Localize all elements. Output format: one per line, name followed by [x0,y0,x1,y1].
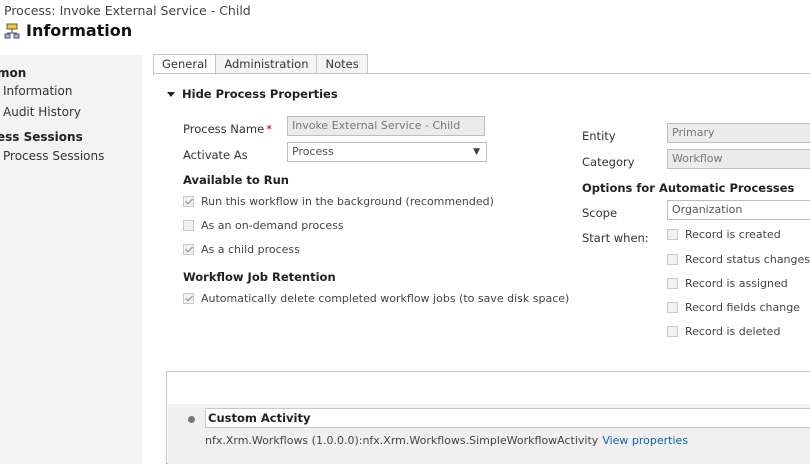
collapse-triangle-icon [167,91,175,97]
sidebar: mon Information Audit History ess Sessio… [0,55,142,464]
step-title[interactable]: Custom Activity [205,408,810,428]
view-properties-link[interactable]: View properties [602,434,688,447]
page-title: Information [26,21,133,40]
checkbox-unchecked[interactable] [667,278,678,289]
option-label: Record is created [685,228,781,241]
available-to-run-heading: Available to Run [183,173,289,187]
breadcrumb: Process: Invoke External Service - Child [4,3,251,18]
hide-process-properties-toggle[interactable]: Hide Process Properties [167,87,338,101]
option-label: Run this workflow in the background (rec… [201,195,494,208]
step-bullet-icon[interactable] [188,416,195,423]
tab-administration[interactable]: Administration [215,54,318,74]
process-name-field[interactable]: Invoke External Service - Child [287,116,485,136]
tab-bar: General Administration Notes [153,54,368,75]
workflow-step[interactable]: Custom Activity nfx.Xrm.Workflows (1.0.0… [168,404,810,464]
tab-notes[interactable]: Notes [316,54,368,74]
checkbox-unchecked[interactable] [667,326,678,337]
process-icon [4,23,20,38]
activate-as-select[interactable]: Process ▼ [287,142,487,162]
tab-divider [153,73,810,74]
checkbox-checked[interactable] [183,293,194,304]
option-label: As a child process [201,243,300,256]
sidebar-group-process-sessions: ess Sessions [0,130,83,144]
sidebar-item-audit-history[interactable]: Audit History [3,105,81,119]
option-label: Record is deleted [685,325,781,338]
option-label: Record status changes [685,253,810,266]
child-process-option[interactable]: As a child process [183,243,300,256]
workflow-designer: Custom Activity nfx.Xrm.Workflows (1.0.0… [166,371,810,464]
option-label: Record is assigned [685,277,788,290]
category-label: Category [582,155,635,169]
checkbox-checked[interactable] [183,196,194,207]
checkbox-unchecked[interactable] [667,254,678,265]
on-demand-option[interactable]: As an on-demand process [183,219,344,232]
start-when-label: Start when: [582,231,649,245]
start-record-assigned-option[interactable]: Record is assigned [667,277,788,290]
checkbox-unchecked[interactable] [667,302,678,313]
checkbox-unchecked[interactable] [667,229,678,240]
checkbox-checked[interactable] [183,244,194,255]
start-status-changes-option[interactable]: Record status changes [667,253,810,266]
page-heading: Information [4,21,132,40]
checkbox-unchecked[interactable] [183,220,194,231]
scope-select[interactable]: Organization [667,200,810,220]
entity-label: Entity [582,129,616,143]
section-label: Hide Process Properties [182,87,338,101]
start-record-deleted-option[interactable]: Record is deleted [667,325,780,338]
category-field[interactable]: Workflow [667,149,810,169]
scope-label: Scope [582,206,618,220]
options-automatic-heading: Options for Automatic Processes [582,181,795,195]
chevron-down-icon: ▼ [473,147,480,157]
sidebar-item-process-sessions[interactable]: Process Sessions [3,149,104,163]
sidebar-group-common: mon [0,66,27,80]
process-name-label: Process Name * [183,122,272,136]
step-description: nfx.Xrm.Workflows (1.0.0.0):nfx.Xrm.Work… [205,434,689,447]
entity-field[interactable]: Primary [667,123,810,143]
option-label: Record fields change [685,301,800,314]
workflow-job-retention-heading: Workflow Job Retention [183,270,336,284]
sidebar-item-information[interactable]: Information [3,84,72,98]
start-fields-change-option[interactable]: Record fields change [667,301,800,314]
option-label: As an on-demand process [201,219,344,232]
required-marker: * [266,122,272,136]
option-label: Automatically delete completed workflow … [201,292,570,305]
tab-general[interactable]: General [153,54,217,75]
activate-as-label: Activate As [183,148,248,162]
auto-delete-jobs-option[interactable]: Automatically delete completed workflow … [183,292,569,305]
activate-as-value: Process [292,145,334,158]
start-record-created-option[interactable]: Record is created [667,228,781,241]
run-in-background-option[interactable]: Run this workflow in the background (rec… [183,195,494,208]
